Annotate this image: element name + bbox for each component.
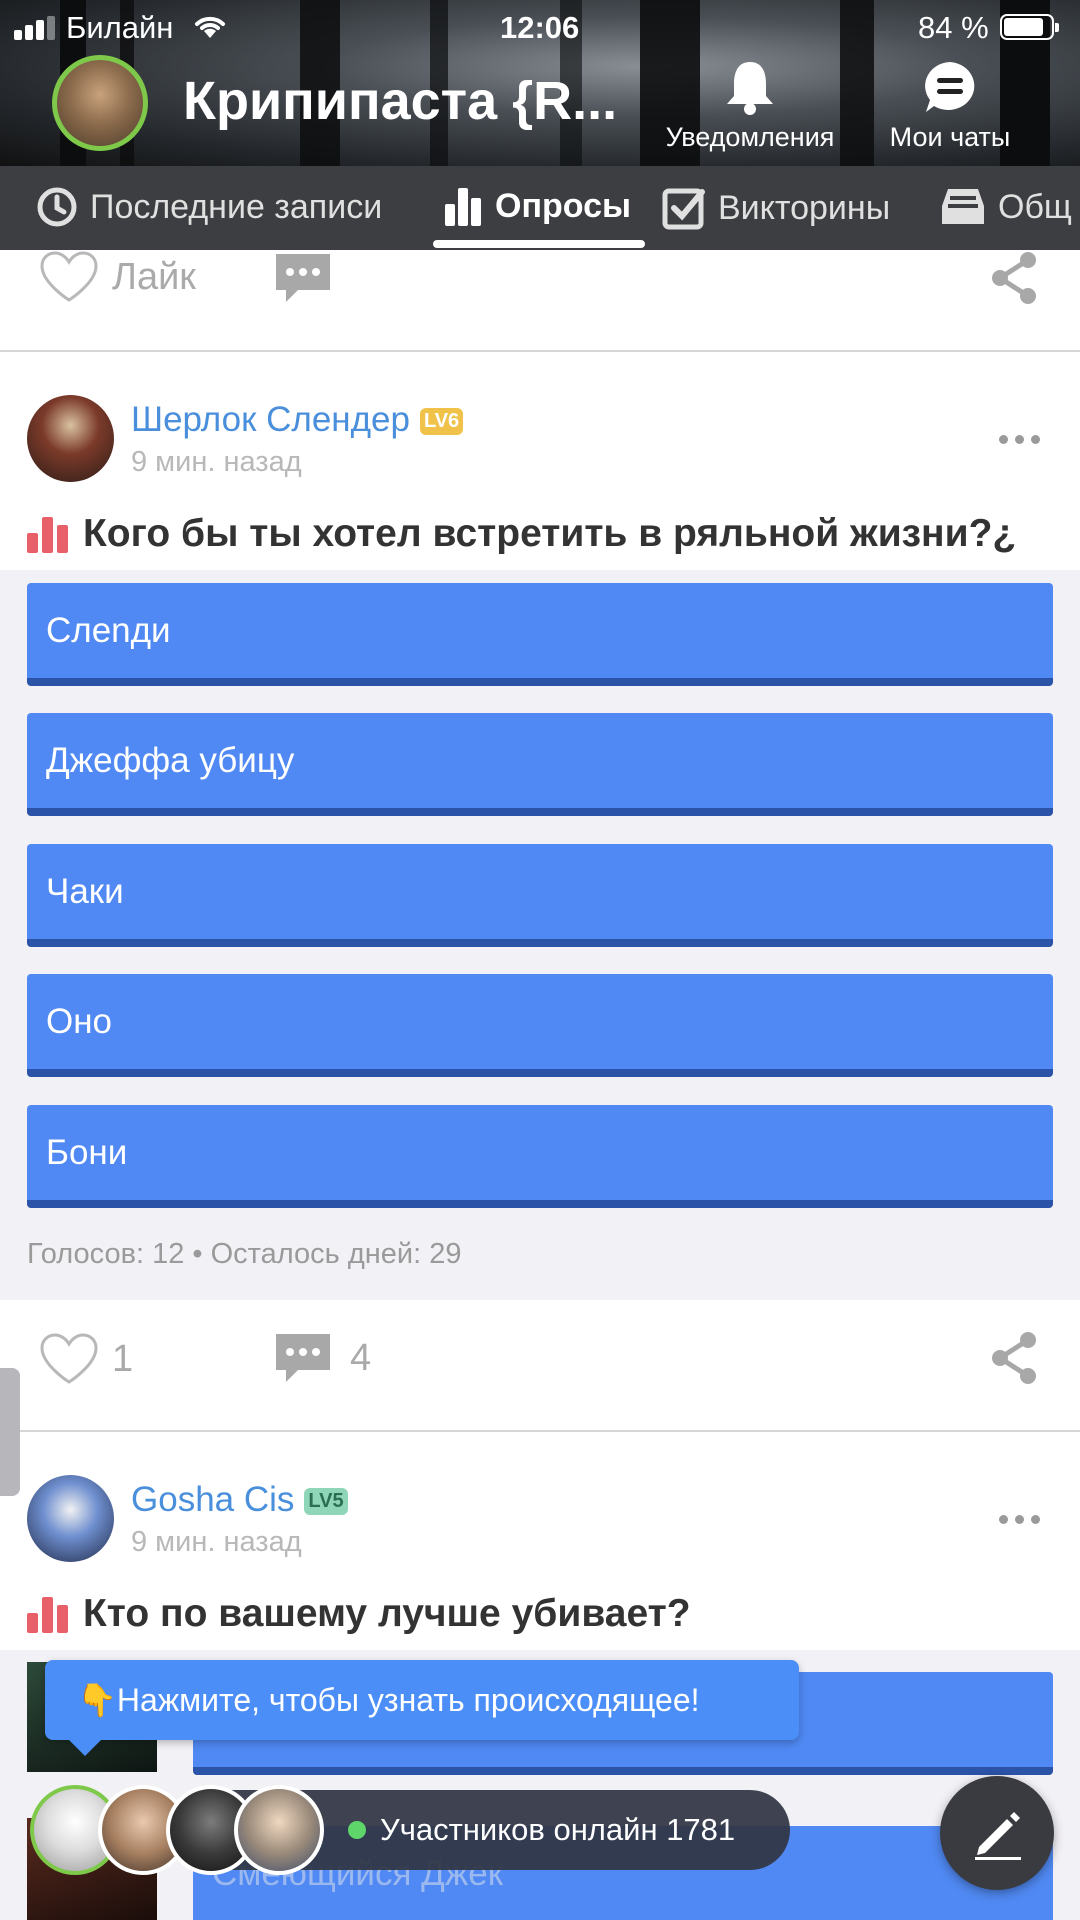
level-badge: LV5 <box>304 1488 348 1516</box>
poll-option[interactable]: Слenди <box>27 583 1053 686</box>
tab-label: Последние записи <box>90 187 383 226</box>
comment-icon <box>276 254 330 302</box>
pencil-icon <box>975 1812 1021 1860</box>
post-actions: 1 4 <box>0 1300 1080 1430</box>
level-badge: LV6 <box>419 408 464 436</box>
poll-title[interactable]: Кого бы ты хотел встретить в ряльной жиз… <box>27 512 1016 556</box>
clock-time: 12:06 <box>500 10 580 45</box>
community-header: Билайн 12:06 84 % Крипипаста {R... Уведо… <box>0 0 1080 166</box>
poll-options: Слenди Джеффа убицу Чаки Оно Бони Голосо… <box>0 570 1080 1300</box>
poll-chart-icon <box>27 517 68 553</box>
poll-title-text: Кого бы ты хотел встретить в ряльной жиз… <box>83 512 1017 555</box>
post-time: 9 мин. назад <box>131 446 302 478</box>
share-icon <box>992 252 1036 304</box>
poll-post-header: Шерлок Слендер LV6 9 мин. назад Кого бы т… <box>0 352 1080 570</box>
tab-label: Опросы <box>495 186 632 225</box>
author-name-text: Шерлок Слендер <box>131 400 410 439</box>
like-button[interactable]: 1 <box>38 1332 133 1386</box>
chats-label: Мои чаты <box>889 122 1011 152</box>
battery-icon <box>1000 14 1059 40</box>
whats-happening-tooltip[interactable]: 👇Нажмите, чтобы узнать происходящее! <box>45 1660 799 1756</box>
chat-bubble-icon <box>925 62 975 112</box>
poll-post-header: Gosha Cis LV5 9 мин. назад Кто по вашему … <box>0 1432 1080 1650</box>
status-bar: Билайн 12:06 84 % <box>0 0 1080 54</box>
carrier-name: Билайн <box>66 10 174 45</box>
poll-option[interactable]: Оно <box>27 974 1053 1077</box>
share-icon <box>992 1332 1036 1384</box>
poll-option[interactable]: Джеффа убицу <box>27 713 1053 816</box>
comment-count: 4 <box>350 1336 372 1379</box>
like-label: Лайк <box>112 255 196 298</box>
poll-option[interactable]: Чаки <box>27 844 1053 947</box>
author-avatar[interactable] <box>27 1475 114 1562</box>
tab-general[interactable]: Общ <box>940 186 1072 228</box>
notifications-label: Уведомления <box>665 122 835 152</box>
prev-post-actions: Лайк <box>0 250 1080 350</box>
bar-chart-icon <box>445 188 481 226</box>
online-status-dot <box>348 1821 366 1839</box>
battery-percent: 84 % <box>918 10 989 45</box>
heart-icon <box>40 251 98 302</box>
comment-icon <box>276 1334 330 1382</box>
drawer-handle[interactable] <box>0 1368 20 1496</box>
poll-title-text: Кто по вашему лучше убивает? <box>83 1592 691 1635</box>
author-name-text: Gosha Cis <box>131 1480 295 1519</box>
clock-icon <box>37 187 77 227</box>
tab-polls[interactable]: Опросы <box>443 186 631 226</box>
post-time: 9 мин. назад <box>131 1526 302 1558</box>
compose-button[interactable] <box>940 1776 1054 1890</box>
community-title[interactable]: Крипипаста {R... <box>183 70 617 132</box>
tab-latest-posts[interactable]: Последние записи <box>36 186 382 228</box>
my-chats-button[interactable]: Мои чаты <box>880 58 1020 153</box>
heart-icon <box>40 1333 98 1384</box>
comment-button[interactable]: 4 <box>272 1330 371 1386</box>
bell-icon <box>727 62 773 115</box>
tab-label: Викторины <box>718 188 891 227</box>
poll-title[interactable]: Кто по вашему лучше убивает? <box>27 1592 691 1636</box>
author-avatar[interactable] <box>27 395 114 482</box>
more-options-button[interactable] <box>999 435 1040 444</box>
inbox-icon <box>942 189 984 224</box>
poll-option[interactable]: Бони <box>27 1105 1053 1208</box>
checkbox-icon <box>662 188 705 230</box>
like-button[interactable]: Лайк <box>38 250 196 304</box>
tab-quizzes[interactable]: Викторины <box>662 186 890 230</box>
author-name[interactable]: Gosha Cis LV5 <box>131 1480 348 1520</box>
wifi-icon <box>195 16 225 38</box>
online-member-avatar[interactable] <box>234 1785 324 1875</box>
active-tab-indicator <box>433 240 645 248</box>
community-avatar[interactable] <box>52 55 148 151</box>
comment-button[interactable] <box>272 250 334 306</box>
share-button[interactable] <box>988 1330 1040 1386</box>
poll-chart-icon <box>27 1597 68 1633</box>
category-tabs: Последние записи Опросы Викторины Общ <box>0 166 1080 250</box>
more-options-button[interactable] <box>999 1515 1040 1524</box>
cell-signal-icon <box>14 16 58 40</box>
online-count-text: Участников онлайн 1781 <box>380 1812 736 1847</box>
tab-label: Общ <box>998 187 1072 226</box>
author-name[interactable]: Шерлок Слендер LV6 <box>131 400 464 440</box>
notifications-button[interactable]: Уведомления <box>655 58 845 153</box>
share-button[interactable] <box>988 250 1040 306</box>
like-count: 1 <box>112 1337 134 1380</box>
poll-stats: Голосов: 12 • Осталось дней: 29 <box>27 1238 462 1270</box>
